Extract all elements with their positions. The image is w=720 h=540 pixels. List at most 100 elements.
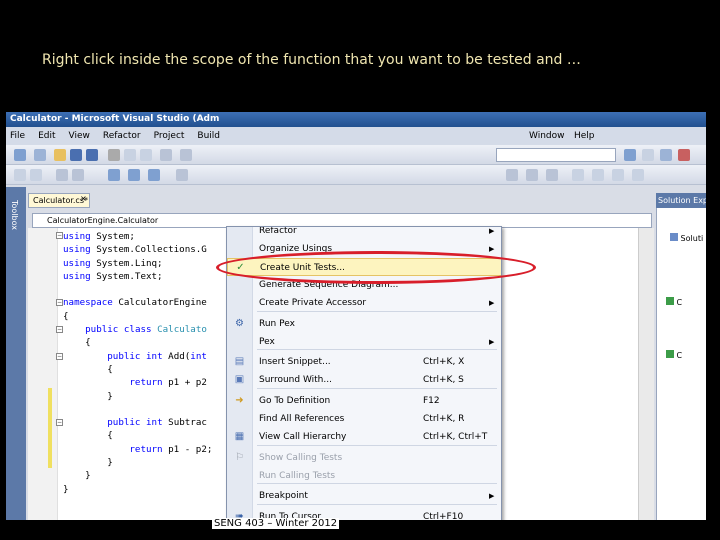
code-line[interactable]: namespace CalculatorEngine	[63, 296, 212, 309]
redo-icon[interactable]	[180, 149, 192, 161]
prev-bookmark-icon[interactable]	[148, 169, 160, 181]
window-layout-icon[interactable]	[572, 169, 584, 181]
code-line[interactable]: return p1 - p2;	[63, 443, 212, 456]
undo-icon[interactable]	[160, 149, 172, 161]
editor-scrollbar[interactable]	[638, 228, 654, 520]
tab-close-icon[interactable]: ×	[80, 194, 87, 203]
menu-project[interactable]: Project	[154, 131, 185, 141]
cut-icon[interactable]	[108, 149, 120, 161]
menu-item-run-pex[interactable]: ⚙ Run Pex	[227, 315, 501, 333]
window-split-icon[interactable]	[592, 169, 604, 181]
bookmark-icon[interactable]	[108, 169, 120, 181]
indent-icon[interactable]	[14, 169, 26, 181]
open-folder-icon[interactable]	[54, 149, 66, 161]
code-line[interactable]	[63, 403, 212, 416]
change-indicator	[48, 388, 52, 468]
menu-item-create-private-accessor[interactable]: Create Private Accessor ▶	[227, 294, 501, 312]
comment-icon[interactable]	[56, 169, 68, 181]
new-project-icon[interactable]	[14, 149, 26, 161]
code-text: Add(	[162, 350, 191, 362]
code-line[interactable]: {	[63, 429, 212, 442]
project-node[interactable]: C	[666, 350, 682, 360]
window-dock-icon[interactable]	[632, 169, 644, 181]
menu-item-shortcut: F12	[423, 396, 440, 406]
next-bookmark-icon[interactable]	[128, 169, 140, 181]
code-keyword: return	[129, 443, 163, 455]
collapse-icon[interactable]: −	[56, 353, 63, 360]
menu-item-label: View Call Hierarchy	[259, 432, 347, 442]
menu-item-label: Run Pex	[259, 319, 295, 329]
menu-item-go-to-definition[interactable]: ➜ Go To Definition F12	[227, 392, 501, 410]
window-float-icon[interactable]	[612, 169, 624, 181]
format-icon[interactable]	[176, 169, 188, 181]
copy-icon[interactable]	[124, 149, 136, 161]
menu-refactor[interactable]: Refactor	[103, 131, 141, 141]
code-line[interactable]: }	[63, 456, 212, 469]
toolbox-label[interactable]: Toolbox	[10, 200, 19, 230]
save-all-icon[interactable]	[86, 149, 98, 161]
code-line[interactable]: using System;	[63, 230, 212, 243]
collapse-icon[interactable]: −	[56, 299, 63, 306]
menu-item-find-all-references[interactable]: Find All References Ctrl+K, R	[227, 410, 501, 428]
code-line[interactable]: using System.Linq;	[63, 257, 212, 270]
code-line[interactable]: public int Subtrac	[63, 416, 212, 429]
project-node-icon	[666, 350, 674, 358]
menu-help[interactable]: Help	[574, 131, 595, 141]
code-line[interactable]: }	[63, 390, 212, 403]
collapse-icon[interactable]: −	[56, 419, 63, 426]
code-line[interactable]: public int Add(int	[63, 350, 212, 363]
toolbox-icon[interactable]	[678, 149, 690, 161]
find-combo[interactable]	[496, 148, 616, 162]
solution-node[interactable]: Soluti	[670, 233, 703, 243]
menu-item-show-calling-tests: ⚐ Show Calling Tests	[227, 449, 501, 467]
solution-explorer-icon[interactable]	[660, 149, 672, 161]
code-type: Calculato	[157, 324, 207, 336]
properties-icon[interactable]	[642, 149, 654, 161]
menu-edit[interactable]: Edit	[38, 131, 55, 141]
menu-item-refactor[interactable]: Refactor ▶	[227, 227, 501, 240]
code-line[interactable]: using System.Text;	[63, 270, 212, 283]
code-line[interactable]: public class Calculato	[63, 323, 212, 336]
menu-build[interactable]: Build	[197, 131, 220, 141]
find-icon[interactable]	[624, 149, 636, 161]
save-icon[interactable]	[70, 149, 82, 161]
collapse-icon[interactable]: −	[56, 326, 63, 333]
code-text: }	[63, 470, 91, 482]
paste-icon[interactable]	[140, 149, 152, 161]
collapse-icon[interactable]: −	[56, 232, 63, 239]
menu-bar: File Edit View Refactor Project Build Wi…	[6, 127, 706, 145]
code-line[interactable]: return p1 + p2	[63, 376, 212, 389]
menu-file[interactable]: File	[10, 131, 25, 141]
source-code[interactable]: using System; using System.Collections.G u…	[63, 230, 212, 496]
menu-window[interactable]: Window	[529, 131, 565, 141]
surround-icon: ▣	[234, 374, 245, 385]
snippet-icon: ▤	[234, 356, 245, 367]
solution-explorer-title[interactable]: Solution Exp	[656, 193, 706, 208]
code-keyword: using	[63, 231, 91, 242]
submenu-arrow-icon: ▶	[489, 299, 495, 307]
menu-view[interactable]: View	[69, 131, 90, 141]
toolbox-strip[interactable]	[6, 187, 26, 520]
code-line[interactable]	[63, 283, 212, 296]
code-line[interactable]: }	[63, 469, 212, 482]
menu-item-breakpoint[interactable]: Breakpoint ▶	[227, 487, 501, 505]
code-line[interactable]: {	[63, 336, 212, 349]
menu-item-view-call-hierarchy[interactable]: ▦ View Call Hierarchy Ctrl+K, Ctrl+T	[227, 428, 501, 446]
code-line[interactable]: using System.Collections.G	[63, 243, 212, 256]
project-node[interactable]: C	[666, 297, 682, 307]
debug-step-icon[interactable]	[506, 169, 518, 181]
uncomment-icon[interactable]	[72, 169, 84, 181]
debug-step-over-icon[interactable]	[526, 169, 538, 181]
debug-step-out-icon[interactable]	[546, 169, 558, 181]
menu-item-pex[interactable]: Pex ▶	[227, 333, 501, 351]
code-line[interactable]: {	[63, 310, 212, 323]
menu-item-surround-with[interactable]: ▣ Surround With... Ctrl+K, S	[227, 371, 501, 389]
menu-item-insert-snippet[interactable]: ▤ Insert Snippet... Ctrl+K, X	[227, 353, 501, 371]
code-text: {	[63, 363, 113, 375]
add-item-icon[interactable]	[34, 149, 46, 161]
code-line[interactable]: {	[63, 363, 212, 376]
outdent-icon[interactable]	[30, 169, 42, 181]
code-line[interactable]: }	[63, 483, 212, 496]
